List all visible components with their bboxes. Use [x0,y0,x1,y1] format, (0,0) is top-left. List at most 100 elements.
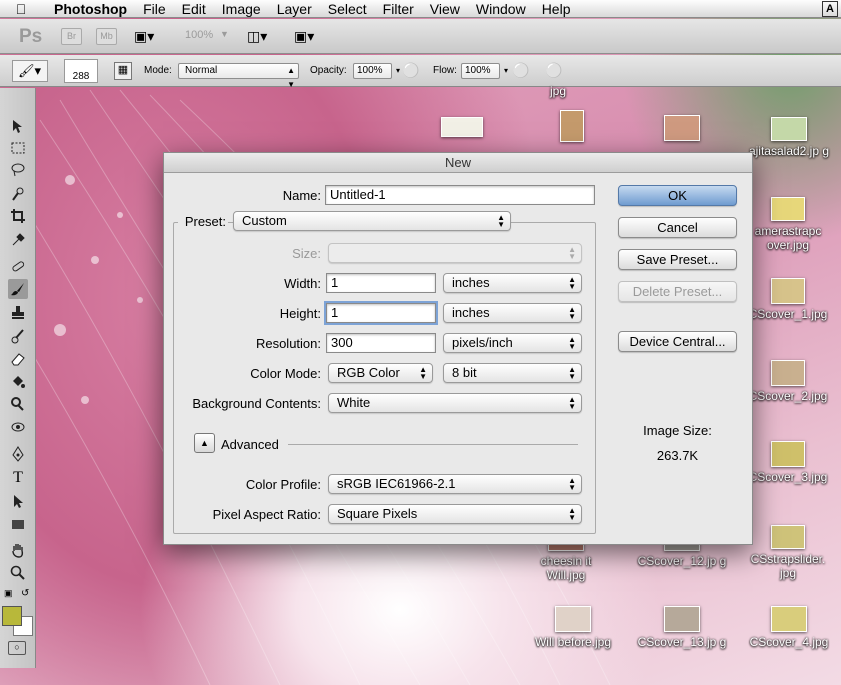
resolution-unit-select[interactable]: pixels/inch ▲ ▼ [443,333,582,353]
menu-edit[interactable]: Edit [174,0,214,18]
adobe-icon[interactable]: A [822,1,838,17]
file-thumbnail [771,525,805,549]
bit-depth-select[interactable]: 8 bit ▲ ▼ [443,363,582,383]
brush-panel-icon[interactable]: ▦ [114,62,132,80]
menu-layer[interactable]: Layer [269,0,320,18]
file-name-label: jpg [549,84,566,98]
menu-filter[interactable]: Filter [375,0,422,18]
apple-icon[interactable]:  [0,1,42,17]
desktop-file-icon[interactable]: amerastrapc over.jpg [743,197,833,252]
preset-select[interactable]: Custom ▲ ▼ [233,211,511,231]
resolution-field[interactable]: 300 [326,333,436,353]
opacity-pressure-icon[interactable]: ⚪ [402,62,419,79]
options-bar: 🖌▾ 288 ▦ Mode: Normal ▲ ▼ Opacity: 100% ▾ ⚪… [0,55,841,89]
pen-tool-icon[interactable] [8,444,28,464]
file-name-label: CScover_3.jpg [748,470,828,484]
menu-help[interactable]: Help [534,0,579,18]
desktop-file-icon[interactable] [527,110,617,145]
zoom-level-select[interactable]: 100% [185,29,213,41]
zoom-tool-icon[interactable] [8,563,28,583]
screen-mode-icon[interactable]: ▣▾ [294,28,314,45]
dodge-tool-icon[interactable] [8,394,28,414]
desktop-file-icon[interactable]: ajitasalad2.jp g [744,117,834,158]
history-brush-tool-icon[interactable] [8,326,28,346]
lasso-tool-icon[interactable] [8,160,28,180]
width-unit-select[interactable]: inches ▲ ▼ [443,273,582,293]
delete-preset-button[interactable]: Delete Preset... [618,281,737,302]
menu-view[interactable]: View [422,0,468,18]
menu-window[interactable]: Window [468,0,534,18]
desktop-file-icon[interactable]: CSstrapslider. jpg [743,525,833,580]
size-select[interactable]: ▲ ▼ [328,243,582,263]
eraser-tool-icon[interactable] [8,349,28,369]
opacity-field[interactable]: 100% ▾ [353,63,400,79]
type-tool-icon[interactable]: T [8,468,28,488]
move-tool-icon[interactable] [8,116,28,136]
file-thumbnail [771,360,805,386]
desktop-file-icon[interactable] [417,117,507,140]
view-extras-icon[interactable]: ▣▾ [134,28,154,45]
desktop-file-icon[interactable]: Will before.jpg [528,606,618,649]
size-label: Size: [292,246,321,261]
brush-tool-icon[interactable] [8,279,28,299]
menu-image[interactable]: Image [214,0,269,18]
paint-bucket-tool-icon[interactable] [8,372,28,392]
file-name-label: amerastrapc over.jpg [754,224,822,252]
desktop-file-icon[interactable]: jpg [513,60,603,98]
height-field[interactable]: 1 [324,301,438,325]
save-preset-button[interactable]: Save Preset... [618,249,737,270]
advanced-label: Advanced [221,437,279,452]
new-document-dialog: New Name: Untitled-1 Preset: Custom ▲ ▼ Si… [163,152,753,545]
menu-file[interactable]: File [135,0,174,18]
quick-mask-icon[interactable]: ○ [8,641,26,655]
menu-bar:  Photoshop File Edit Image Layer Select… [0,0,841,18]
desktop-file-icon[interactable]: CScover_4.jpg [744,606,834,649]
brush-size-picker[interactable]: 288 [64,59,98,83]
pixel-aspect-ratio-select[interactable]: Square Pixels ▲ ▼ [328,504,582,524]
mode-select[interactable]: Normal ▲ ▼ [178,63,299,89]
crop-tool-icon[interactable] [8,206,28,226]
quick-selection-tool-icon[interactable] [8,184,28,204]
desktop-file-icon[interactable]: CScover_1.jpg [743,278,833,321]
advanced-toggle-icon[interactable]: ▲ [194,433,215,453]
name-field[interactable]: Untitled-1 [325,185,595,205]
healing-brush-tool-icon[interactable] [8,256,28,276]
eyedropper-tool-icon[interactable] [8,230,28,250]
brush-tool-preset-icon[interactable]: 🖌▾ [12,60,48,82]
ok-button[interactable]: OK [618,185,737,206]
desktop-file-icon[interactable] [637,115,727,144]
swap-colors-icon[interactable]: ↺ [21,588,29,599]
height-unit-select[interactable]: inches ▲ ▼ [443,303,582,323]
background-contents-select[interactable]: White ▲ ▼ [328,393,582,413]
default-colors-icon[interactable]: ▣ [4,588,13,599]
cancel-button[interactable]: Cancel [618,217,737,238]
menu-select[interactable]: Select [320,0,375,18]
color-mode-select[interactable]: RGB Color ▲ ▼ [328,363,433,383]
file-thumbnail [771,606,807,632]
desktop-file-icon[interactable]: CScover_13.jp g [637,606,727,649]
advanced-divider [288,444,578,445]
preset-label: Preset: [178,214,228,229]
color-profile-select[interactable]: sRGB IEC61966-2.1 ▲ ▼ [328,474,582,494]
desktop-file-icon[interactable]: CScover_2.jpg [743,360,833,403]
color-mode-label: Color Mode: [250,366,321,381]
foreground-color-swatch[interactable] [2,606,22,626]
clone-stamp-tool-icon[interactable] [8,302,28,322]
mini-bridge-button[interactable]: Mb [96,28,117,45]
width-field[interactable]: 1 [326,273,436,293]
zoom-arrow-icon[interactable]: ▼ [220,29,229,39]
bridge-button[interactable]: Br [61,28,82,45]
desktop-file-icon[interactable]: CScover_3.jpg [743,441,833,484]
3d-rotate-tool-icon[interactable] [8,417,28,437]
marquee-tool-icon[interactable] [8,138,28,158]
height-label: Height: [279,306,321,321]
image-size-value: 263.7K [656,448,699,463]
arrange-documents-icon[interactable]: ◫▾ [247,28,267,45]
flow-field[interactable]: 100% ▾ [461,63,508,79]
file-name-label: Will before.jpg [534,635,612,649]
hand-tool-icon[interactable] [8,540,28,560]
menu-app[interactable]: Photoshop [42,0,135,18]
path-selection-tool-icon[interactable] [8,491,28,511]
device-central-button[interactable]: Device Central... [618,331,737,352]
rectangle-tool-icon[interactable] [8,514,28,534]
